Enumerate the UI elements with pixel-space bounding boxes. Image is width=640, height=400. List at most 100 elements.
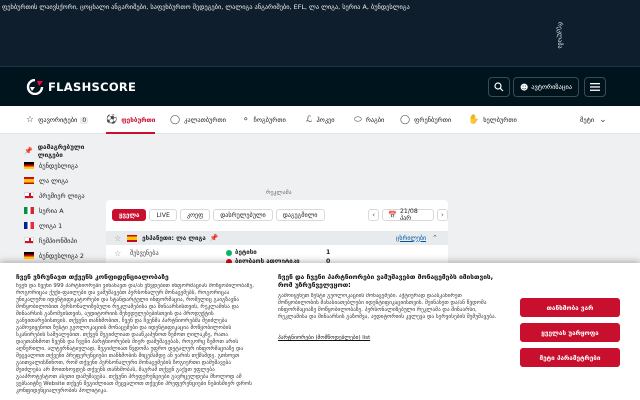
pinned-leagues-heading: 📌 დამაგრებული ლიგები [24,143,104,159]
login-button[interactable]: ☻ ავტორიზაცია [513,77,579,97]
nav-football[interactable]: ⚽ ფეხბურთი [106,106,156,134]
calendar-icon: 📅 [388,211,397,219]
sidebar-item-league[interactable]: ლა ლიგა [24,173,104,188]
filter-finished[interactable]: დასრულებული [213,209,273,221]
star-icon[interactable]: ☆ [114,234,121,243]
germany-flag-icon [24,162,34,169]
partners-link-text[interactable]: პარტნიორები (მომწოდებლები) list [278,335,370,341]
ad-label: რეკლამა [266,190,292,196]
nav-handball[interactable]: ✋ ხელბურთი [468,106,517,134]
ad-label: რეკლამა [556,22,563,49]
tennis-icon: ⚬ [242,115,250,125]
nav-hockey[interactable]: ℒ ჰოკეი [306,106,335,134]
flashscore-logo-icon [26,79,44,95]
nav-rugby[interactable]: ⬭ რაგბი [354,106,384,134]
nav-volleyball[interactable]: ◯ ფრენბურთი [400,106,451,134]
hamburger-menu-button[interactable] [584,77,606,97]
sidebar-item-league[interactable]: სერია A [24,203,104,218]
next-day-button[interactable]: › [436,209,449,221]
rugby-icon: ⬭ [354,115,362,125]
spain-flag-icon [127,234,138,242]
nav-tennis-label: ჩოგბურთი [253,116,286,124]
nav-basketball-label: კალათბურთი [184,116,226,124]
chevron-up-icon[interactable]: ⌃ [432,234,438,242]
sidebar-item-label: ლიგა 1 [39,221,63,230]
league-header-row[interactable]: ☆ ესპანეთი: ლა ლიგა 📌 ცხრილები ⌃ [106,231,448,245]
match-filters: ყველა LIVE კოეფ დასრულებული დაგეგმილი [112,209,328,221]
chevron-left-icon: ‹ [372,211,376,219]
top-banner: ფეხბურთის ლაივსქორი, ცოცხალი ანგარიშები,… [0,0,640,66]
reject-all-button[interactable]: ყველას უარყოფა [520,323,620,342]
home-team-name: ბეტისი [235,249,257,256]
chevron-down-icon: ⌄ [599,115,607,125]
chevron-right-icon: › [440,211,444,219]
consent-left-title: ჩვენ ვზრუნავთ თქვენს კონფიდენციალობაზე [16,273,169,281]
filter-scheduled[interactable]: დაგეგმილი [275,209,325,221]
sidebar-item-league[interactable]: ლიგა 1 [24,218,104,233]
home-team: ბეტისი [226,249,257,256]
italy-flag-icon [24,207,34,214]
sidebar-item-label: ბუნდესლიგა [39,161,78,170]
prev-day-button[interactable]: ‹ [368,209,380,221]
sidebar-item-label: სერია A [39,206,64,215]
football-icon: ⚽ [106,115,118,125]
partners-link[interactable]: პარტნიორები (მომწოდებლები) list [278,335,500,342]
france-flag-icon [24,222,34,229]
team-crest-icon [226,249,232,256]
nav-rugby-label: რაგბი [365,116,385,124]
star-icon[interactable]: ☆ [114,249,121,258]
pin-icon: 📌 [24,147,33,155]
hamburger-icon [590,83,600,91]
sidebar-item-league[interactable]: ჩემპიონშიპი [24,233,104,248]
filter-all[interactable]: ყველა [112,209,147,221]
logo-text: FLASHSCORE [48,80,137,94]
league-name: ესპანეთი: ლა ლიგა [142,234,206,242]
england-flag-icon [24,192,34,199]
accept-button[interactable]: თანხმობა ვარ [520,298,620,317]
sidebar-item-label: ჩემპიონშიპი [39,236,78,245]
favorites-count-badge: 0 [80,116,89,124]
nav-basketball[interactable]: ◯ კალათბურთი [170,106,226,134]
handball-icon: ✋ [468,115,480,125]
search-button[interactable] [488,77,510,97]
date-picker: ‹ 📅 21/08 პარ › [368,208,449,222]
filter-odds[interactable]: კოეფ [179,209,211,221]
nav-favorites-label: ფავორიტები [38,116,78,124]
user-icon: ☻ [519,82,529,92]
england-flag-icon [24,237,34,244]
date-label: 21/08 პარ [399,208,418,222]
site-tagline: ფეხბურთის ლაივსქორი, ცოცხალი ანგარიშები,… [2,3,410,11]
standings-link[interactable]: ცხრილები [396,235,426,242]
spain-flag-icon [24,177,34,184]
pin-icon[interactable]: 📌 [210,234,219,242]
consent-left-body: ჩვენ და ჩვენი 999 პარტნიორები ვინახავთ დ… [16,283,254,394]
main-content: რეკლამა ყველა LIVE კოეფ დასრულებული დაგე… [106,186,449,280]
sidebar-item-label: პრემიერ ლიგა [39,191,85,200]
date-button[interactable]: 📅 21/08 პარ [382,208,434,222]
nav-more[interactable]: მეტი ⌄ [580,106,607,134]
nav-favorites[interactable]: ☆ ფავორიტები 0 [26,106,89,134]
germany-flag-icon [24,252,34,259]
nav-tennis[interactable]: ⚬ ჩოგბურთი [242,106,286,134]
nav-handball-label: ხელბურთი [483,116,517,124]
filter-live[interactable]: LIVE [149,209,177,221]
pinned-leagues-sidebar: 📌 დამაგრებული ლიგები ბუნდესლიგა ლა ლიგა … [24,143,104,263]
consent-right-title: ჩვენ და ჩვენი პარტნიორები ვამუშავებთ მონ… [278,273,494,289]
nav-hockey-label: ჰოკეი [316,116,335,124]
home-score: 1 [326,249,331,256]
cookie-consent-banner: ჩვენ ვზრუნავთ თქვენს კონფიდენციალობაზე ჩ… [0,263,640,400]
nav-volleyball-label: ფრენბურთი [414,116,452,124]
sidebar-item-label: ბუნდესლიგა 2 [39,251,84,260]
consent-right-body: გამოიყენეთ ზუსტი გეოლოკაციის მონაცემები.… [278,293,497,320]
sports-nav: ☆ ფავორიტები 0 ⚽ ფეხბურთი ◯ კალათბურთი ⚬… [0,106,640,134]
search-icon [494,82,504,92]
flashscore-logo[interactable]: FLASHSCORE [26,79,136,95]
sidebar-item-league[interactable]: ბუნდესლიგა [24,158,104,173]
sidebar-item-league[interactable]: პრემიერ ლიგა [24,188,104,203]
more-options-button[interactable]: მეტი პარამეტრები [520,348,620,367]
basketball-icon: ◯ [170,115,181,125]
hockey-icon: ℒ [306,115,313,125]
login-label: ავტორიზაცია [531,83,573,91]
nav-football-label: ფეხბურთი [121,116,156,124]
sidebar-item-league[interactable]: ბუნდესლიგა 2 [24,248,104,263]
